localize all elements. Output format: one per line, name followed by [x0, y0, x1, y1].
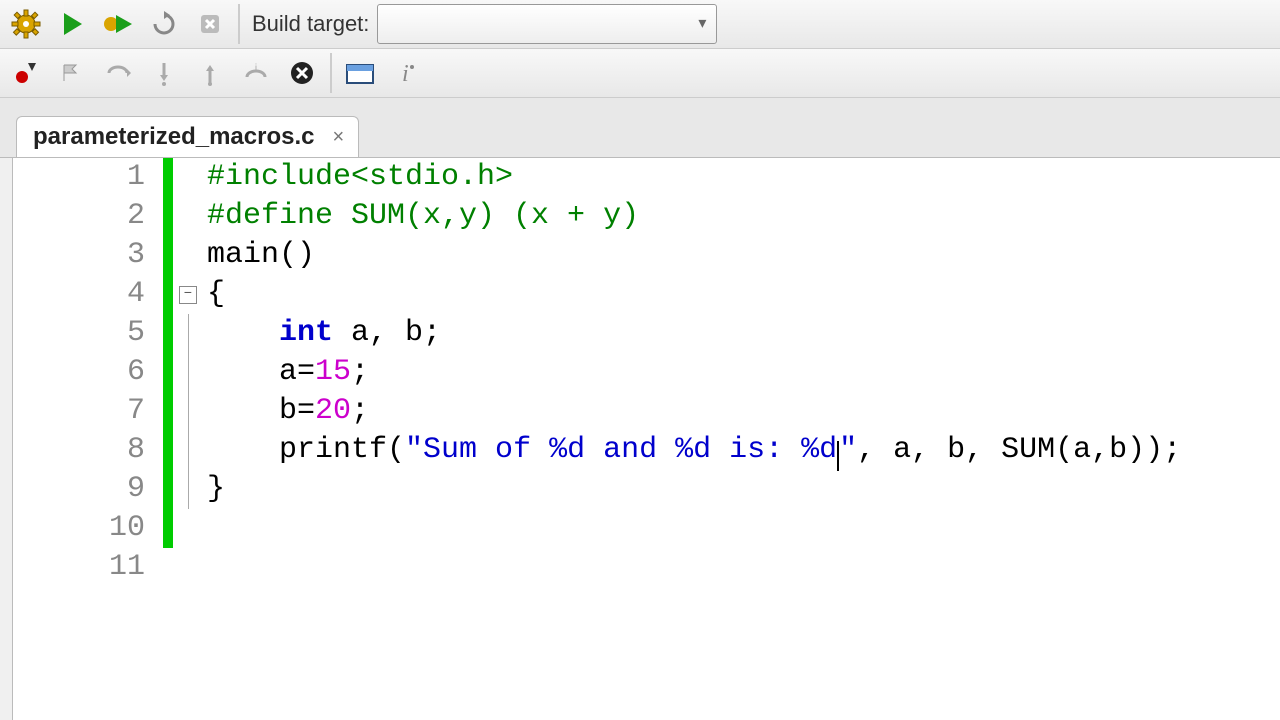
build-target-label: Build target:	[252, 11, 369, 37]
change-marker	[163, 548, 173, 587]
change-marker	[163, 509, 173, 548]
line-number: 8	[13, 431, 163, 470]
step-out-button[interactable]	[188, 51, 232, 95]
change-marker	[163, 431, 173, 470]
code-line[interactable]: 5 int a, b;	[13, 314, 1280, 353]
rebuild-button[interactable]	[142, 2, 186, 46]
line-number: 9	[13, 470, 163, 509]
refresh-icon	[150, 10, 178, 38]
fold-gutter	[173, 158, 203, 197]
code-line[interactable]: 11	[13, 548, 1280, 587]
code-text[interactable]	[203, 509, 207, 548]
build-run-icon	[102, 10, 134, 38]
fold-gutter	[173, 548, 203, 587]
change-marker	[163, 236, 173, 275]
step-instr-icon: i	[242, 59, 270, 87]
stop-icon	[197, 11, 223, 37]
svg-text:i: i	[402, 61, 409, 87]
info-button[interactable]: i	[384, 51, 428, 95]
gear-icon	[11, 9, 41, 39]
change-marker	[163, 392, 173, 431]
line-number: 7	[13, 392, 163, 431]
code-line[interactable]: 6 a=15;	[13, 353, 1280, 392]
debug-start-button[interactable]	[4, 51, 48, 95]
line-number: 4	[13, 275, 163, 314]
line-number: 10	[13, 509, 163, 548]
code-text[interactable]: #include<stdio.h>	[203, 158, 513, 197]
change-marker	[163, 158, 173, 197]
code-text[interactable]: {	[203, 275, 225, 314]
code-text[interactable]: printf("Sum of %d and %d is: %d", a, b, …	[203, 431, 1181, 470]
step-out-icon	[196, 59, 224, 87]
fold-gutter	[173, 392, 203, 431]
code-line[interactable]: 2 #define SUM(x,y) (x + y)	[13, 197, 1280, 236]
fold-toggle[interactable]: −	[179, 286, 197, 304]
change-marker	[163, 197, 173, 236]
run-to-cursor-button[interactable]	[50, 51, 94, 95]
code-text[interactable]: }	[203, 470, 225, 509]
file-tab[interactable]: parameterized_macros.c ×	[16, 116, 359, 157]
build-button[interactable]	[4, 2, 48, 46]
line-number: 6	[13, 353, 163, 392]
line-number: 3	[13, 236, 163, 275]
fold-gutter	[173, 197, 203, 236]
code-text[interactable]: int a, b;	[203, 314, 441, 353]
code-text[interactable]: #define SUM(x,y) (x + y)	[203, 197, 639, 236]
code-line[interactable]: 10	[13, 509, 1280, 548]
stop-debug-icon	[288, 59, 316, 87]
fold-gutter	[173, 431, 203, 470]
code-line[interactable]: 1 #include<stdio.h>	[13, 158, 1280, 197]
code-text[interactable]: a=15;	[203, 353, 369, 392]
code-line[interactable]: 3 main()	[13, 236, 1280, 275]
fold-gutter	[173, 470, 203, 509]
next-line-button[interactable]	[96, 51, 140, 95]
code-editor[interactable]: 1 #include<stdio.h> 2 #define SUM(x,y) (x +…	[12, 158, 1280, 720]
build-and-run-button[interactable]	[96, 2, 140, 46]
toolbar-divider	[330, 53, 332, 93]
abort-button[interactable]	[188, 2, 232, 46]
line-number: 1	[13, 158, 163, 197]
run-to-cursor-icon	[58, 59, 86, 87]
play-icon	[58, 10, 86, 38]
fold-gutter	[173, 353, 203, 392]
code-text[interactable]: main()	[203, 236, 315, 275]
line-number: 5	[13, 314, 163, 353]
line-number: 11	[13, 548, 163, 587]
next-instruction-button[interactable]: i	[234, 51, 278, 95]
code-line[interactable]: 9}	[13, 470, 1280, 509]
fold-gutter	[173, 236, 203, 275]
toolbar-divider	[238, 4, 240, 44]
tab-strip: parameterized_macros.c ×	[0, 98, 1280, 158]
tab-title: parameterized_macros.c	[33, 123, 314, 151]
code-text[interactable]	[203, 548, 207, 587]
code-line[interactable]: 4−{	[13, 275, 1280, 314]
fold-gutter	[173, 314, 203, 353]
window-icon	[345, 61, 375, 85]
toolbar-main: Build target:	[0, 0, 1280, 49]
change-marker	[163, 470, 173, 509]
fold-gutter	[173, 509, 203, 548]
run-button[interactable]	[50, 2, 94, 46]
code-line[interactable]: 8 printf("Sum of %d and %d is: %d", a, b…	[13, 431, 1280, 470]
code-line[interactable]: 7 b=20;	[13, 392, 1280, 431]
step-into-icon	[150, 59, 178, 87]
change-marker	[163, 314, 173, 353]
debug-icon	[12, 59, 40, 87]
info-icon: i	[394, 59, 418, 87]
toolbar-debug: i i	[0, 49, 1280, 98]
stop-debugger-button[interactable]	[280, 51, 324, 95]
line-number: 2	[13, 197, 163, 236]
code-text[interactable]: b=20;	[203, 392, 369, 431]
debugging-windows-button[interactable]	[338, 51, 382, 95]
build-target-select[interactable]	[377, 4, 717, 44]
step-into-button[interactable]	[142, 51, 186, 95]
change-marker	[163, 353, 173, 392]
change-marker	[163, 275, 173, 314]
close-icon[interactable]: ×	[328, 126, 348, 149]
fold-gutter: −	[173, 275, 203, 314]
svg-text:i: i	[255, 63, 257, 74]
step-over-icon	[104, 59, 132, 87]
